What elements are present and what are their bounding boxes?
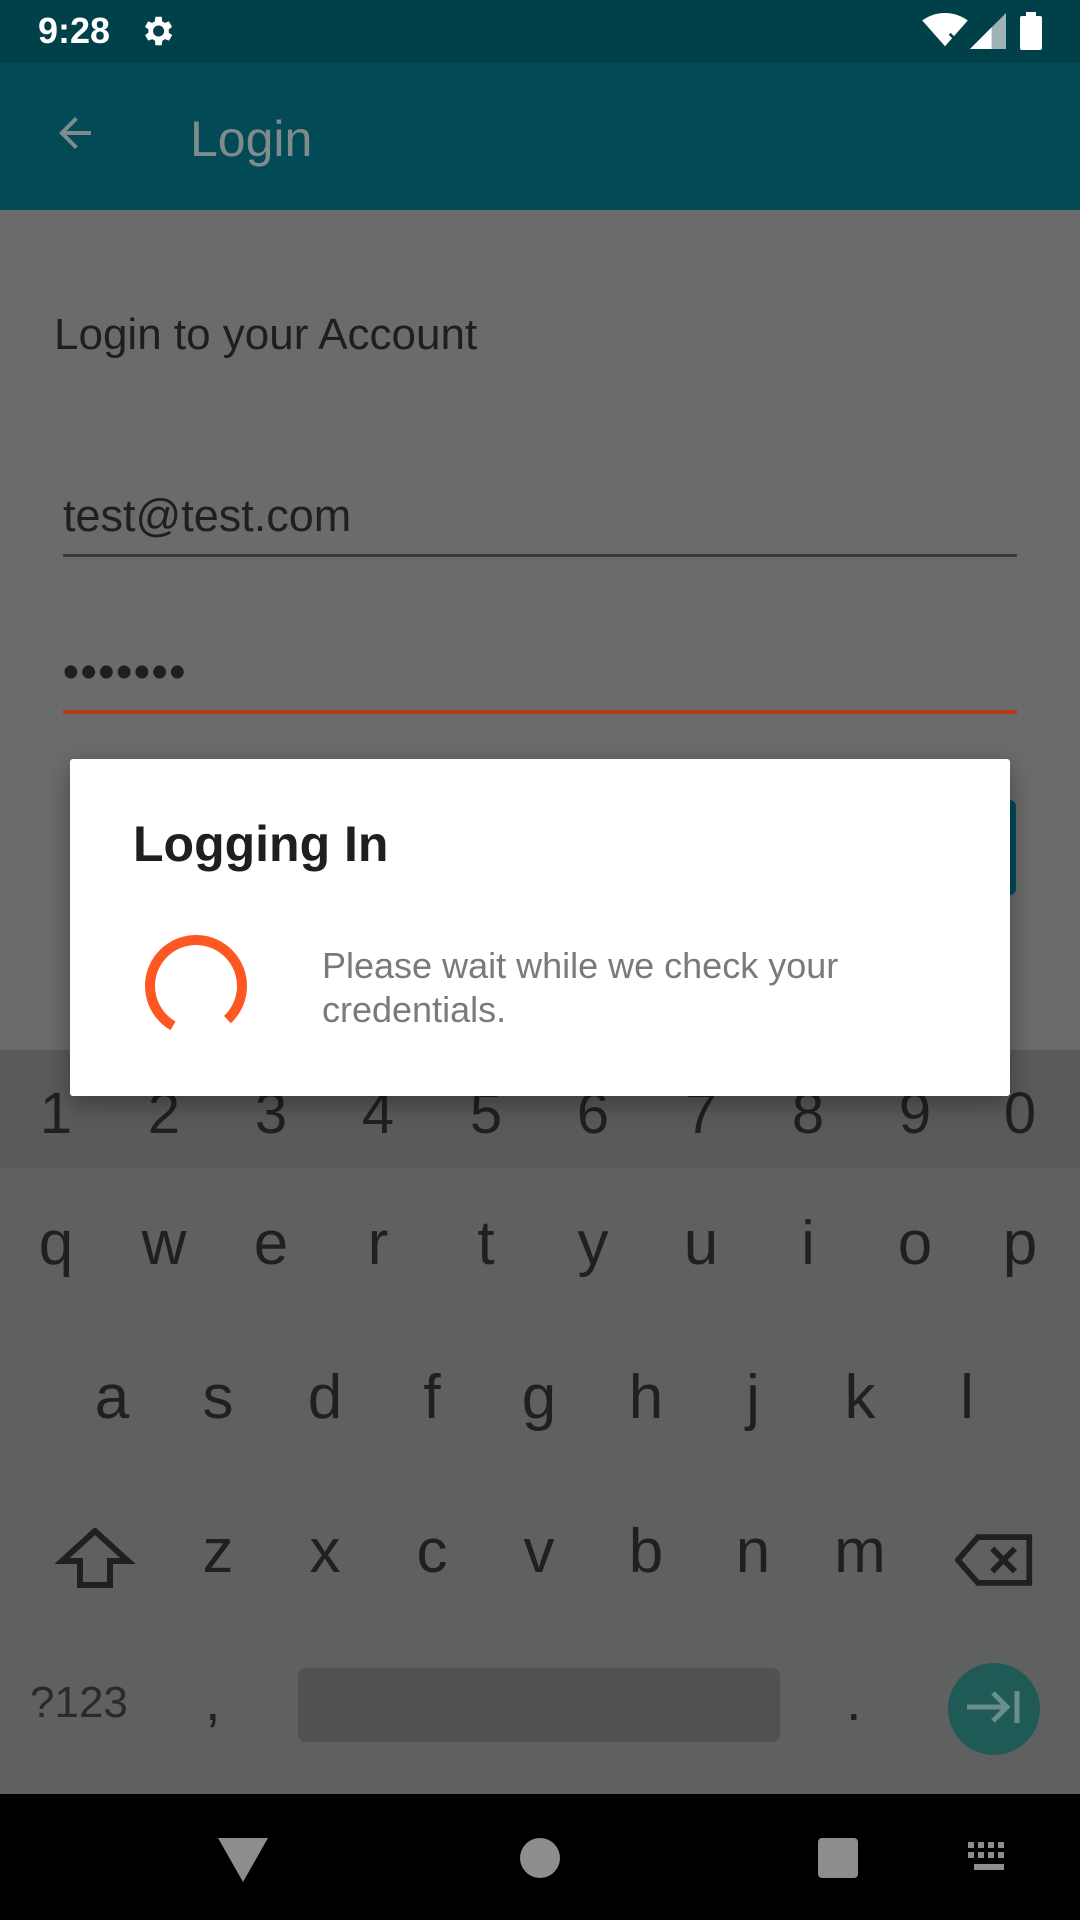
key-x[interactable]: x [280,1516,370,1587]
arrow-back-icon [51,109,99,162]
key-w[interactable]: w [119,1208,209,1279]
loading-spinner-icon [138,928,258,1048]
key-k[interactable]: k [815,1362,905,1433]
next-field-key[interactable] [948,1663,1040,1755]
battery-icon [1020,12,1042,50]
password-field[interactable] [63,648,1017,714]
settings-icon [138,12,176,50]
keyboard-switch-icon[interactable] [968,1842,1012,1872]
key-d[interactable]: d [280,1362,370,1433]
key-z[interactable]: z [173,1516,263,1587]
dialog-title: Logging In [133,816,389,872]
key-v[interactable]: v [494,1516,584,1587]
key-o[interactable]: o [870,1208,960,1279]
key-m[interactable]: m [815,1516,905,1587]
key-c[interactable]: c [387,1516,477,1587]
shift-key[interactable] [50,1526,140,1588]
key-p[interactable]: p [975,1208,1065,1279]
key-y[interactable]: y [548,1208,638,1279]
nav-home-icon[interactable] [520,1838,560,1878]
status-time: 9:28 [38,10,111,51]
nav-recents-icon[interactable] [818,1838,858,1878]
wifi-icon [922,12,968,50]
key-l[interactable]: l [922,1362,1012,1433]
key-s[interactable]: s [173,1362,263,1433]
symbols-key[interactable]: ?123 [30,1678,128,1728]
key-n[interactable]: n [708,1516,798,1587]
backspace-key[interactable] [954,1530,1035,1590]
signal-icon [970,12,1006,50]
app-bar [0,63,1080,210]
password-value: ••••••• [63,646,188,697]
key-j[interactable]: j [708,1362,798,1433]
backspace-icon [954,1534,1035,1594]
shift-icon [50,1526,140,1592]
key-a[interactable]: a [67,1362,157,1433]
page-title: Login [190,111,313,167]
login-heading: Login to your Account [54,310,478,359]
back-button[interactable] [44,104,106,166]
dialog-message: Please wait while we check your credenti… [322,945,839,1030]
key-u[interactable]: u [656,1208,746,1279]
key-t[interactable]: t [441,1208,531,1279]
key-r[interactable]: r [333,1208,423,1279]
email-value: test@test.com [63,490,352,541]
key-g[interactable]: g [494,1362,584,1433]
space-key[interactable] [298,1668,780,1742]
period-key[interactable]: . [846,1668,862,1733]
key-f[interactable]: f [387,1362,477,1433]
nav-back-icon[interactable] [218,1838,268,1882]
key-e[interactable]: e [226,1208,316,1279]
comma-key[interactable]: , [205,1668,221,1733]
key-q[interactable]: q [11,1208,101,1279]
key-b[interactable]: b [601,1516,691,1587]
next-field-icon [965,1687,1023,1732]
key-h[interactable]: h [601,1362,691,1433]
key-i[interactable]: i [763,1208,853,1279]
